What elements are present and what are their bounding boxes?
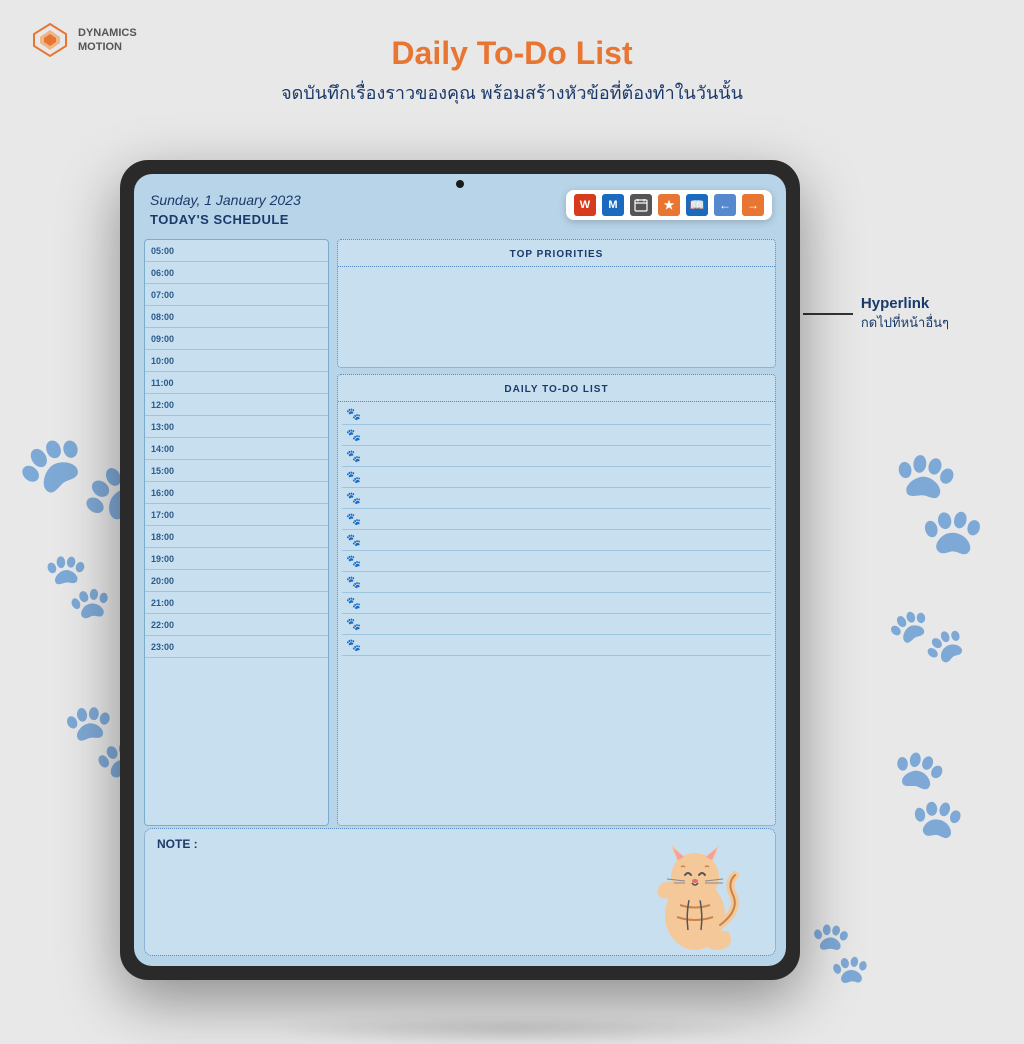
tablet: W M ★ 📖 ← → Sunday, 1 January 2023 TODAY… [120,160,800,980]
time-row: 15:00 [145,460,328,482]
schedule-section-title: TODAY'S SCHEDULE [150,212,301,227]
subtitle: จดบันทึกเรื่องราวของคุณ พร้อมสร้างหัวข้อ… [0,78,1024,107]
paw-icon: 🐾 [346,470,361,484]
todo-item[interactable]: 🐾 [342,509,771,530]
time-row: 16:00 [145,482,328,504]
todo-header: DAILY TO-DO LIST [338,375,775,402]
time-row: 12:00 [145,394,328,416]
todo-item[interactable]: 🐾 [342,404,771,425]
paw-icon: 🐾 [346,407,361,421]
todo-item[interactable]: 🐾 [342,635,771,656]
time-row: 22:00 [145,614,328,636]
time-row: 17:00 [145,504,328,526]
date-display: Sunday, 1 January 2023 [150,192,301,208]
toolbar-w-button[interactable]: W [574,194,596,216]
todo-item[interactable]: 🐾 [342,425,771,446]
paw-icon: 🐾 [346,596,361,610]
todo-item[interactable]: 🐾 [342,467,771,488]
priorities-content[interactable] [338,267,775,367]
priorities-header-text: TOP PRIORITIES [510,249,604,260]
todo-item[interactable]: 🐾 [342,572,771,593]
time-row: 20:00 [145,570,328,592]
paw-icon: 🐾 [346,554,361,568]
cat-illustration [645,828,745,955]
hyperlink-sublabel: กดไปที่หน้าอื่นๆ [861,312,949,333]
toolbar: W M ★ 📖 ← → [566,190,772,220]
time-row: 14:00 [145,438,328,460]
time-row: 07:00 [145,284,328,306]
paw-icon: 🐾 [346,575,361,589]
tablet-reflection [262,1014,762,1044]
todo-item[interactable]: 🐾 [342,593,771,614]
time-row: 08:00 [145,306,328,328]
time-row: 19:00 [145,548,328,570]
toolbar-calendar-button[interactable] [630,194,652,216]
todo-item[interactable]: 🐾 [342,446,771,467]
todo-box: DAILY TO-DO LIST 🐾 🐾 🐾 🐾 🐾 🐾 🐾 🐾 🐾 🐾 [337,374,776,826]
paw-icon: 🐾 [346,449,361,463]
main-title: Daily To-Do List [0,35,1024,72]
tablet-screen: W M ★ 📖 ← → Sunday, 1 January 2023 TODAY… [134,174,786,966]
schedule-column: 05:00 06:00 07:00 08:00 09:00 10:00 [144,239,329,826]
time-row: 11:00 [145,372,328,394]
paw-icon: 🐾 [346,617,361,631]
camera-dot [456,180,464,188]
toolbar-m-button[interactable]: M [602,194,624,216]
right-column: TOP PRIORITIES DAILY TO-DO LIST 🐾 🐾 🐾 🐾 … [337,239,776,826]
time-row: 06:00 [145,262,328,284]
toolbar-star-button[interactable]: ★ [658,194,680,216]
toolbar-back-button[interactable]: ← [714,194,736,216]
paw-icon: 🐾 [346,533,361,547]
time-row: 21:00 [145,592,328,614]
todo-header-text: DAILY TO-DO LIST [504,384,608,395]
hyperlink-annotation: Hyperlink กดไปที่หน้าอื่นๆ [803,295,949,333]
todo-content: 🐾 🐾 🐾 🐾 🐾 🐾 🐾 🐾 🐾 🐾 🐾 🐾 [338,402,775,658]
time-row: 13:00 [145,416,328,438]
note-section[interactable]: NOTE : [144,828,776,956]
page-header: Daily To-Do List จดบันทึกเรื่องราวของคุณ… [0,20,1024,107]
time-row: 10:00 [145,350,328,372]
time-row: 09:00 [145,328,328,350]
paw-icon: 🐾 [346,512,361,526]
todo-item[interactable]: 🐾 [342,614,771,635]
todo-item[interactable]: 🐾 [342,551,771,572]
todo-item[interactable]: 🐾 [342,530,771,551]
toolbar-book-button[interactable]: 📖 [686,194,708,216]
content-area: 05:00 06:00 07:00 08:00 09:00 10:00 [144,239,776,826]
paw-icon: 🐾 [346,491,361,505]
hyperlink-label: Hyperlink [861,295,949,312]
date-section: Sunday, 1 January 2023 TODAY'S SCHEDULE [150,192,301,227]
paw-icon: 🐾 [346,638,361,652]
todo-item[interactable]: 🐾 [342,488,771,509]
time-row: 05:00 [145,240,328,262]
paw-icon: 🐾 [346,428,361,442]
priorities-header: TOP PRIORITIES [338,240,775,267]
toolbar-forward-button[interactable]: → [742,194,764,216]
time-row: 18:00 [145,526,328,548]
priorities-box: TOP PRIORITIES [337,239,776,368]
time-row: 23:00 [145,636,328,658]
